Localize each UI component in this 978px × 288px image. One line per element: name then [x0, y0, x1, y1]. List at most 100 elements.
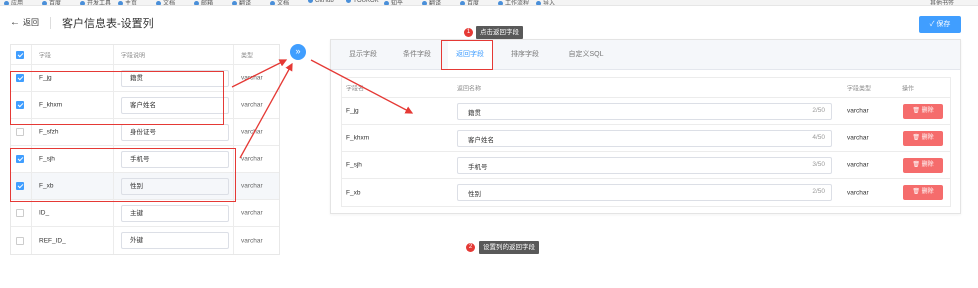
- field-type: varchar: [241, 74, 263, 82]
- field-desc-input[interactable]: 主键: [121, 205, 229, 222]
- delete-button[interactable]: 🗑 删除: [903, 158, 943, 173]
- config-tabs: 显示字段 条件字段 返回字段 排序字段 自定义SQL: [331, 40, 960, 71]
- bookmark-icon: [536, 0, 541, 5]
- bookmark-icon: [422, 0, 427, 5]
- other-bookmarks[interactable]: 其他书签: [930, 0, 954, 5]
- field-type: varchar: [241, 101, 263, 109]
- step2-callout: 设置列的返回字段: [479, 241, 539, 254]
- bookmark-icon: [194, 0, 199, 5]
- row-checkbox[interactable]: [16, 128, 24, 136]
- bookmark-item[interactable]: 邮箱: [194, 0, 214, 6]
- bookmark-label: YOUKOK: [353, 0, 379, 5]
- highlight-box-bottom: [10, 148, 236, 202]
- bookmark-icon: [270, 0, 275, 5]
- field-row[interactable]: ID_ 主键 varchar: [11, 200, 279, 227]
- bookmark-icon: [118, 0, 123, 5]
- bookmark-item[interactable]: 百度: [460, 0, 479, 5]
- bookmark-label: 导入: [543, 1, 556, 6]
- header-field-name: 字段名: [346, 86, 365, 92]
- field-row[interactable]: REF_ID_ 外键 varchar: [11, 227, 279, 254]
- return-field-row: F_khxm 客户姓名 4/50 varchar 🗑 删除: [342, 125, 950, 152]
- header-operation: 操作: [902, 86, 915, 92]
- bookmark-item[interactable]: 翻译: [422, 0, 441, 5]
- bookmark-label: 文档: [277, 1, 290, 6]
- bookmark-item[interactable]: 文档: [270, 0, 290, 6]
- column-divider: [233, 65, 234, 91]
- tab-4[interactable]: 自定义SQL: [557, 40, 615, 70]
- highlight-box-tab: [441, 40, 493, 70]
- return-field-code: F_khxm: [346, 134, 370, 142]
- field-type: varchar: [241, 155, 263, 163]
- select-all-checkbox[interactable]: [16, 50, 24, 59]
- bookmark-item[interactable]: 百度: [42, 0, 62, 6]
- field-type: varchar: [241, 209, 263, 217]
- return-field-type: varchar: [847, 134, 869, 142]
- return-name-value: 手机号: [468, 164, 488, 171]
- bookmark-label: 知乎: [391, 1, 404, 6]
- delete-label: 删除: [921, 189, 934, 195]
- return-name-input[interactable]: 手机号 3/50: [457, 157, 832, 174]
- return-field-code: F_xb: [346, 189, 361, 196]
- bookmark-item[interactable]: 应用: [4, 0, 23, 5]
- row-checkbox[interactable]: [16, 209, 24, 217]
- delete-button[interactable]: 🗑 删除: [903, 185, 943, 200]
- tab-3[interactable]: 排序字段: [503, 40, 547, 70]
- bookmark-item[interactable]: GitHub: [308, 0, 334, 5]
- transfer-button[interactable]: »: [290, 44, 306, 60]
- trash-icon: 🗑: [912, 162, 922, 168]
- bookmarks-bar: 应用 百度 开发工具 主页 文档 邮箱 翻译 文档 GitHub YOUKOK 知乎 翻译 百度 工作流程…: [0, 0, 978, 6]
- trash-icon: 🗑: [912, 108, 922, 114]
- bookmark-label: 翻译: [239, 1, 252, 6]
- column-divider: [233, 45, 234, 64]
- return-name-value: 性别: [468, 191, 481, 198]
- bookmark-icon: [460, 0, 465, 5]
- bookmark-label: 百度: [49, 1, 62, 6]
- return-field-row: F_sjh 手机号 3/50 varchar 🗑 删除: [342, 152, 950, 179]
- bookmark-item[interactable]: 工作流程: [498, 0, 529, 5]
- delete-button[interactable]: 🗑 删除: [903, 104, 943, 119]
- bookmark-item[interactable]: 文档: [156, 0, 175, 5]
- bookmark-item[interactable]: 翻译: [232, 0, 252, 6]
- bookmark-icon: [42, 0, 47, 5]
- return-field-table: 字段名 返回名称 字段类型 操作 F_jg 籍贯 2/50 varchar 🗑 删除 F_…: [341, 77, 951, 207]
- step2-badge: 2: [466, 243, 475, 252]
- return-field-type: varchar: [847, 107, 869, 115]
- bookmark-item[interactable]: 导入: [536, 0, 556, 6]
- column-divider: [233, 119, 234, 145]
- save-button[interactable]: ✓ 保存: [919, 16, 961, 33]
- column-divider: [31, 200, 32, 226]
- column-divider: [113, 45, 114, 64]
- field-desc-input[interactable]: 身份证号: [121, 124, 229, 141]
- header-divider: [50, 17, 51, 29]
- bookmark-item[interactable]: 知乎: [384, 0, 404, 6]
- field-desc-input[interactable]: 外键: [121, 232, 229, 249]
- tab-1[interactable]: 条件字段: [395, 40, 439, 70]
- return-name-value: 籍贯: [468, 110, 481, 117]
- return-field-row: F_xb 性别 2/50 varchar 🗑 删除: [342, 179, 950, 206]
- tab-0[interactable]: 显示字段: [341, 40, 385, 70]
- bookmark-icon: [346, 0, 351, 3]
- return-name-value: 客户姓名: [468, 137, 494, 144]
- field-code: F_sfzh: [39, 128, 59, 136]
- return-name-input[interactable]: 籍贯 2/50: [457, 103, 832, 120]
- bookmark-item[interactable]: YOUKOK: [346, 0, 379, 5]
- delete-button[interactable]: 🗑 删除: [903, 131, 943, 146]
- bookmark-icon: [498, 0, 503, 5]
- return-name-input[interactable]: 性别 2/50: [457, 184, 832, 201]
- return-name-input[interactable]: 客户姓名 4/50: [457, 130, 832, 147]
- step1-callout: 点击返回字段: [476, 26, 523, 39]
- char-count: 2/50: [812, 188, 825, 195]
- bookmark-label: 开发工具: [87, 1, 112, 6]
- back-link[interactable]: ← 返回: [10, 17, 39, 28]
- return-field-code: F_jg: [346, 107, 359, 115]
- column-divider: [113, 227, 114, 254]
- bookmark-item[interactable]: 主页: [118, 0, 137, 5]
- delete-label: 删除: [921, 108, 934, 114]
- bookmark-item[interactable]: 开发工具: [80, 0, 112, 6]
- field-code: ID_: [39, 209, 50, 217]
- char-count: 4/50: [812, 134, 825, 141]
- return-table-header: 字段名 返回名称 字段类型 操作: [342, 78, 950, 98]
- bookmark-label: 邮箱: [201, 1, 214, 6]
- row-checkbox[interactable]: [16, 236, 24, 245]
- page-title: 客户信息表-设置列: [62, 18, 154, 30]
